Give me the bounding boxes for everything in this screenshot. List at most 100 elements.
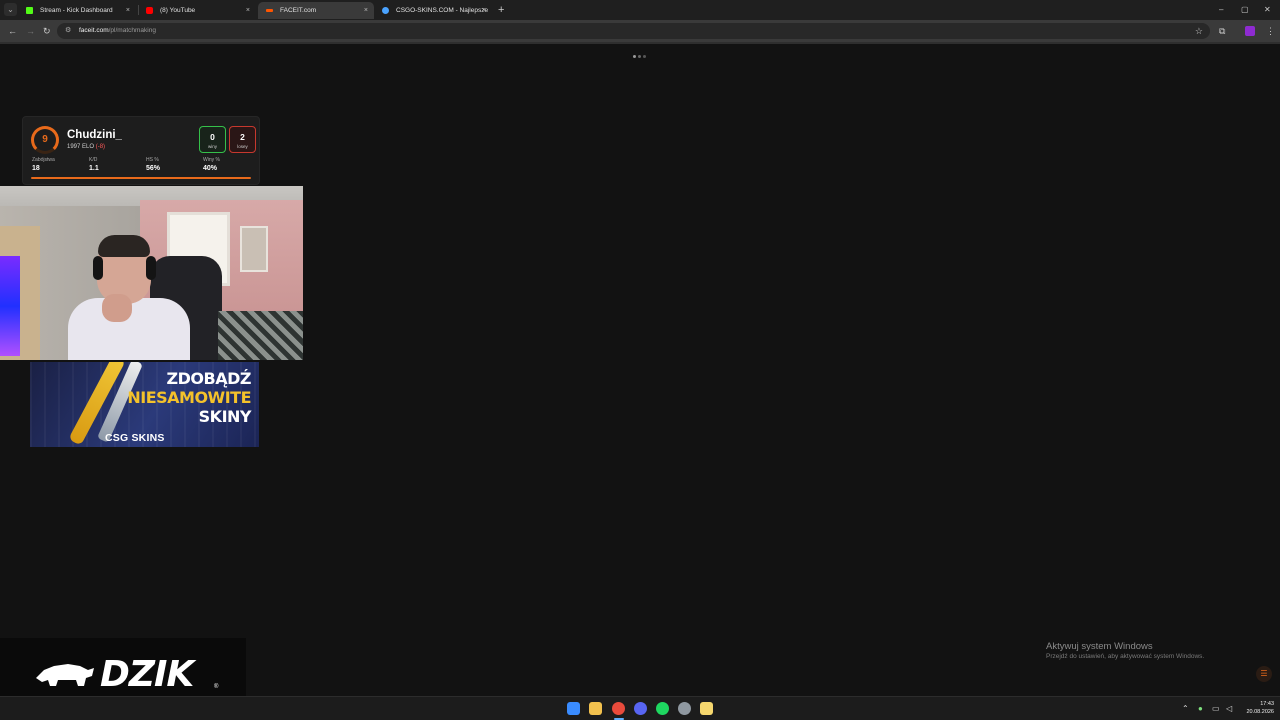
csgo-skins-favicon-icon bbox=[382, 7, 389, 14]
tab-faceit[interactable]: FACEIT.com × bbox=[258, 2, 374, 19]
steam-icon[interactable] bbox=[678, 702, 691, 715]
url-path: /pl/matchmaking bbox=[108, 27, 156, 34]
browser-menu-icon[interactable]: ⋮ bbox=[1266, 24, 1275, 38]
activation-watermark-title: Aktywuj system Windows bbox=[1046, 641, 1153, 652]
webcam-streamer-hand bbox=[102, 294, 132, 322]
wins-label: winy bbox=[207, 144, 217, 149]
stat-label: Zabójstwa bbox=[32, 157, 55, 163]
windows-taskbar: ⌃ ● ▭ ◁ 17:43 20.08.2026 bbox=[0, 696, 1280, 720]
youtube-favicon-icon bbox=[146, 7, 153, 14]
tab-label: Stream - Kick Dashboard bbox=[40, 7, 113, 14]
bookmark-star-icon[interactable]: ☆ bbox=[1195, 24, 1203, 38]
system-clock[interactable]: 17:43 20.08.2026 bbox=[1238, 700, 1274, 716]
clock-time: 17:43 bbox=[1260, 701, 1274, 707]
loading-dots-icon bbox=[633, 55, 649, 59]
extensions-puzzle-icon[interactable]: ⧉ bbox=[1219, 24, 1225, 38]
player-nickname: Chudzini_ bbox=[67, 129, 122, 141]
notification-filter-icon[interactable]: ☰ bbox=[1256, 666, 1272, 682]
stat-winrate: Winy % 40% bbox=[203, 157, 220, 172]
network-icon[interactable]: ▭ bbox=[1212, 702, 1220, 715]
tab-kick-dashboard[interactable]: Stream - Kick Dashboard × bbox=[18, 2, 136, 19]
webcam-picture-frame bbox=[240, 226, 268, 272]
stat-label: Winy % bbox=[203, 157, 220, 163]
url-text: faceit.com/pl/matchmaking bbox=[79, 23, 156, 39]
faceit-stats-overlay: 9 Chudzini_ 1997 ELO (-8) 0 winy 2 losey… bbox=[22, 116, 260, 185]
file-explorer-icon[interactable] bbox=[589, 702, 602, 715]
tab-csgo-skins[interactable]: CSGO-SKINS.COM - Najlepsze × bbox=[374, 2, 492, 19]
spotify-icon[interactable] bbox=[656, 702, 669, 715]
webcam-bed bbox=[218, 311, 303, 360]
chrome-icon[interactable] bbox=[612, 702, 625, 715]
browser-toolbar: ← → ↻ ⚙ faceit.com/pl/matchmaking ☆ ⧉ ⋮ bbox=[0, 20, 1280, 42]
ad-headline-3: SKINY bbox=[198, 407, 252, 426]
losses-count: 2 bbox=[240, 132, 245, 142]
elo-progress-bar bbox=[31, 177, 251, 179]
boar-icon bbox=[36, 664, 94, 686]
ad-headline-2: NIESAMOWITE bbox=[127, 388, 251, 407]
tray-overflow-chevron-icon[interactable]: ⌃ bbox=[1182, 702, 1189, 715]
profile-avatar[interactable] bbox=[1245, 26, 1255, 36]
tab-close-icon[interactable]: × bbox=[126, 2, 130, 19]
new-tab-button[interactable]: + bbox=[498, 2, 504, 18]
wins-count: 0 bbox=[210, 132, 215, 142]
back-arrow-icon[interactable]: ← bbox=[8, 24, 17, 38]
tab-label: FACEIT.com bbox=[280, 7, 317, 14]
discord-icon[interactable] bbox=[634, 702, 647, 715]
restore-button[interactable]: ▢ bbox=[1241, 2, 1249, 18]
stat-kills: Zabójstwa 18 bbox=[32, 157, 55, 172]
dzik-logo-text: DZIK bbox=[100, 654, 194, 695]
ad-brand-logo: CSG SKINS bbox=[105, 432, 165, 444]
faceit-favicon-icon bbox=[266, 9, 273, 12]
stat-value: 18 bbox=[32, 165, 40, 172]
site-info-icon[interactable]: ⚙ bbox=[65, 25, 71, 37]
volume-icon[interactable]: ◁ bbox=[1226, 702, 1232, 715]
stat-label: K/D bbox=[89, 157, 98, 163]
url-host: faceit.com bbox=[79, 27, 109, 34]
ad-headline-1: ZDOBĄDŹ bbox=[166, 369, 252, 388]
tab-search-icon[interactable]: ⌄ bbox=[4, 3, 17, 16]
headphone-icon bbox=[146, 256, 156, 280]
windows-start-icon[interactable] bbox=[567, 702, 580, 715]
wins-box: 0 winy bbox=[199, 126, 226, 153]
reload-icon[interactable]: ↻ bbox=[43, 24, 51, 38]
activation-watermark-subtitle: Przejdź do ustawień, aby aktywować syste… bbox=[1046, 653, 1205, 660]
clock-date: 20.08.2026 bbox=[1246, 709, 1274, 715]
tab-close-icon[interactable]: × bbox=[482, 2, 486, 19]
headphone-icon bbox=[93, 256, 103, 280]
stat-value: 56% bbox=[146, 165, 161, 172]
losses-label: losey bbox=[237, 144, 248, 149]
browser-tab-strip: ⌄ Stream - Kick Dashboard × (8) YouTube … bbox=[0, 0, 1280, 20]
minimize-button[interactable]: – bbox=[1219, 2, 1223, 18]
webcam-rgb-light bbox=[0, 256, 20, 356]
address-bar[interactable]: ⚙ faceit.com/pl/matchmaking ☆ bbox=[57, 23, 1210, 39]
close-window-button[interactable]: ✕ bbox=[1264, 2, 1271, 18]
loader-dot bbox=[633, 55, 636, 58]
stat-hs: HS % 56% bbox=[146, 157, 160, 172]
tab-close-icon[interactable]: × bbox=[364, 2, 368, 19]
stat-value: 40% bbox=[203, 165, 218, 172]
notes-app-icon[interactable] bbox=[700, 702, 713, 715]
registered-mark: ® bbox=[214, 684, 219, 690]
desktop-screen: ⌄ Stream - Kick Dashboard × (8) YouTube … bbox=[0, 0, 1280, 720]
webcam-streamer-hair bbox=[98, 235, 150, 257]
elo-change: (-8) bbox=[95, 144, 106, 150]
page-divider bbox=[0, 42, 1280, 44]
forward-arrow-icon[interactable]: → bbox=[26, 24, 35, 38]
player-elo: 1997 ELO (-8) bbox=[67, 144, 105, 150]
losses-box: 2 losey bbox=[229, 126, 256, 153]
csgo-skins-ad-banner[interactable]: ZDOBĄDŹ NIESAMOWITE SKINY CSG SKINS bbox=[30, 362, 259, 447]
tab-close-icon[interactable]: × bbox=[246, 2, 250, 19]
loader-dot bbox=[643, 55, 646, 58]
tab-label: CSGO-SKINS.COM - Najlepsze bbox=[396, 7, 489, 14]
tab-label: (8) YouTube bbox=[160, 7, 196, 14]
stat-label: HS % bbox=[146, 157, 159, 163]
stat-kd: K/D 1.1 bbox=[89, 157, 99, 172]
kick-favicon-icon bbox=[26, 7, 33, 14]
elo-value: 1997 ELO bbox=[67, 144, 95, 150]
loader-dot bbox=[638, 55, 641, 58]
webcam-feed bbox=[0, 186, 303, 360]
faceit-level-badge: 9 bbox=[31, 126, 59, 154]
microphone-icon[interactable]: ● bbox=[1198, 702, 1203, 715]
tab-youtube[interactable]: (8) YouTube × bbox=[138, 2, 256, 19]
stat-value: 1.1 bbox=[89, 165, 99, 172]
